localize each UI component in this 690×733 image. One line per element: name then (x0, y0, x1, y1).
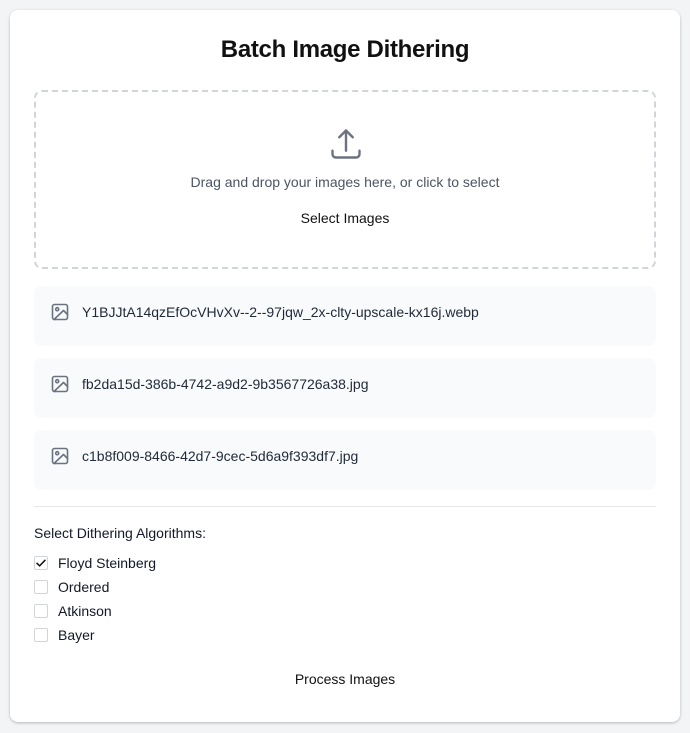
file-item: c1b8f009-8466-42d7-9cec-5d6a9f393df7.jpg (34, 430, 656, 490)
algorithms-heading: Select Dithering Algorithms: (34, 525, 206, 541)
file-item: Y1BJJtA14qzEfOcVHvXv--2--97jqw_2x-clty-u… (34, 286, 656, 346)
check-icon (36, 559, 46, 567)
image-icon (50, 302, 70, 322)
algorithm-option-bayer[interactable]: Bayer (34, 625, 95, 645)
algorithm-option-ordered[interactable]: Ordered (34, 577, 109, 597)
file-item: fb2da15d-386b-4742-a9d2-9b3567726a38.jpg (34, 358, 656, 418)
section-divider (34, 506, 656, 507)
page-title: Batch Image Dithering (220, 36, 470, 63)
atkinson-checkbox[interactable] (34, 604, 48, 618)
upload-icon (328, 126, 364, 162)
dithering-card: Batch Image Dithering Drag and drop your… (10, 10, 680, 722)
algorithm-label: Floyd Steinberg (58, 555, 157, 571)
file-name: fb2da15d-386b-4742-a9d2-9b3567726a38.jpg (82, 376, 369, 392)
file-name: c1b8f009-8466-42d7-9cec-5d6a9f393df7.jpg (82, 448, 359, 464)
image-icon (50, 446, 70, 466)
dropzone-instruction: Drag and drop your images here, or click… (190, 174, 500, 190)
algorithm-label: Atkinson (58, 603, 112, 619)
select-images-button[interactable]: Select Images (276, 205, 414, 231)
image-icon (50, 374, 70, 394)
image-dropzone[interactable]: Drag and drop your images here, or click… (34, 90, 656, 269)
algorithm-label: Ordered (58, 579, 110, 595)
bayer-checkbox[interactable] (34, 628, 48, 642)
ordered-checkbox[interactable] (34, 580, 48, 594)
algorithm-option-atkinson[interactable]: Atkinson (34, 601, 112, 621)
algorithm-label: Bayer (58, 627, 95, 643)
file-name: Y1BJJtA14qzEfOcVHvXv--2--97jqw_2x-clty-u… (82, 304, 479, 320)
floyd-steinberg-checkbox[interactable] (34, 556, 48, 570)
algorithm-option-floyd-steinberg[interactable]: Floyd Steinberg (34, 553, 156, 573)
process-images-button[interactable]: Process Images (270, 666, 420, 692)
